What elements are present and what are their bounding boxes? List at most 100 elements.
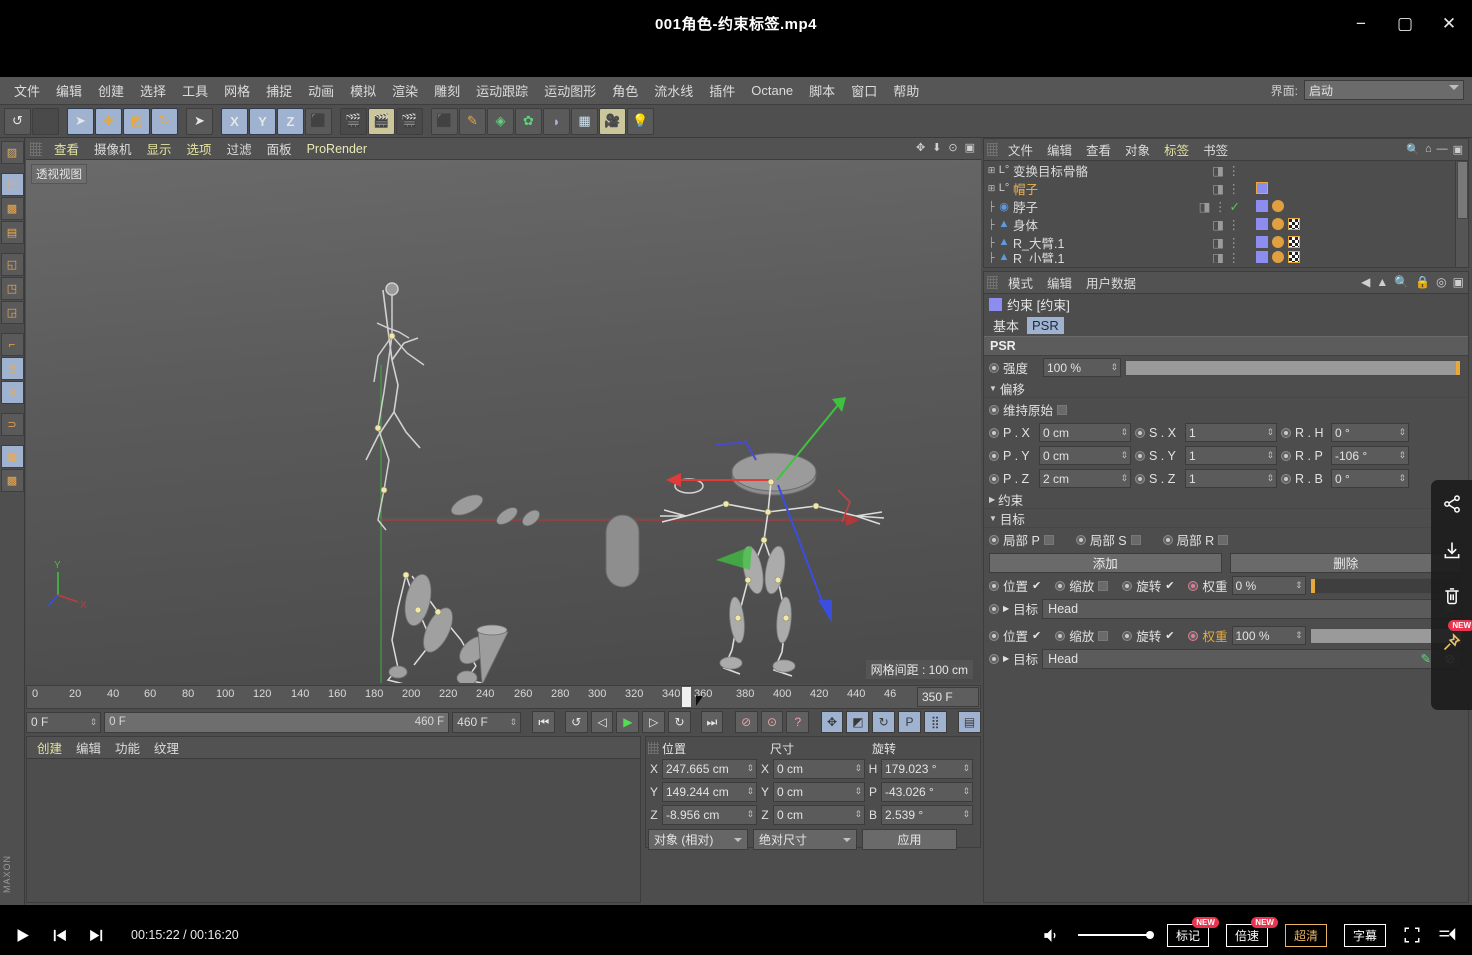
quality-button[interactable]: 超清 — [1285, 924, 1327, 947]
texture-tag-icon-5[interactable] — [1288, 251, 1300, 263]
keep-original-radio-icon[interactable] — [989, 405, 999, 415]
coord-pos-z-input[interactable]: -8.956 cm⇕ — [662, 805, 757, 825]
strength-slider[interactable] — [1125, 360, 1461, 376]
viewport-menu-prorender[interactable]: ProRender — [300, 142, 374, 156]
home-icon[interactable]: ⌂ — [1425, 143, 1432, 156]
menu-item-4[interactable]: 工具 — [174, 81, 216, 100]
target-0-scale-checkbox[interactable] — [1098, 581, 1108, 591]
camera-icon[interactable]: 🎥 — [599, 108, 626, 135]
constraint-tag-icon-2[interactable] — [1256, 200, 1268, 212]
target-0-scale-radio-icon[interactable] — [1055, 581, 1065, 591]
mograph-icon[interactable]: ✿ — [515, 108, 542, 135]
keep-original-checkbox[interactable] — [1057, 405, 1067, 415]
target-1-scale-radio-icon[interactable] — [1055, 631, 1065, 641]
local-r-radio-icon[interactable] — [1163, 535, 1173, 545]
target-0-target-field[interactable]: Head ✎ — [1042, 599, 1462, 619]
py-input[interactable]: 0 cm⇕ — [1039, 446, 1131, 465]
group-target[interactable]: ▼ 目标 — [984, 509, 1468, 528]
target-1-target-radio-icon[interactable] — [989, 654, 999, 664]
workplane-rotate-icon[interactable]: ▩ — [1, 469, 24, 492]
om-menu-bookmarks[interactable]: 书签 — [1196, 140, 1235, 159]
am-menu-mode[interactable]: 模式 — [1001, 273, 1040, 292]
play-button[interactable]: ▶ — [616, 711, 639, 733]
px-input[interactable]: 0 cm⇕ — [1039, 423, 1131, 442]
target-1-weight-input[interactable]: 100 %⇕ — [1232, 626, 1306, 645]
target-0-position-check-icon[interactable]: ✔ — [1032, 579, 1041, 592]
magnet-icon[interactable]: ⊃ — [1, 413, 24, 436]
viewport-canvas[interactable]: 透视视图 — [26, 160, 981, 683]
minus-icon[interactable]: — — [1437, 143, 1448, 156]
target-1-rotation-radio-icon[interactable] — [1122, 631, 1132, 641]
download-icon[interactable] — [1442, 540, 1462, 560]
frame-range-slider[interactable]: 0 F 460 F — [104, 712, 449, 733]
object-visibility-3[interactable]: ◨ ⋮ — [1212, 217, 1244, 232]
rp-input[interactable]: -106 °⇕ — [1331, 446, 1409, 465]
minimize-button[interactable]: − — [1352, 15, 1370, 32]
viewport-menu-view[interactable]: 查看 — [47, 139, 86, 158]
move-tool-icon[interactable]: ✥ — [95, 108, 122, 135]
material-menu-function[interactable]: 功能 — [108, 738, 147, 757]
menu-item-5[interactable]: 网格 — [216, 81, 258, 100]
step-forward-button[interactable]: ▷ — [642, 711, 665, 733]
material-menu-create[interactable]: 创建 — [30, 738, 69, 757]
viewport-menu-panel[interactable]: 面板 — [260, 139, 299, 158]
menu-item-8[interactable]: 模拟 — [342, 81, 384, 100]
scale-tool-icon[interactable]: ◩ — [123, 108, 150, 135]
object-tree[interactable]: ⊞ L° 变换目标骨骼 ◨ ⋮ ⊞ L° 帽子 ◨ ⋮ ├ — [984, 161, 1454, 267]
texture-tag-icon-3[interactable] — [1288, 218, 1300, 230]
menu-item-1[interactable]: 编辑 — [48, 81, 90, 100]
key-parameter-button[interactable]: P — [898, 711, 921, 733]
weight-tag-icon-3[interactable] — [1272, 218, 1284, 230]
am-menu-edit[interactable]: 编辑 — [1040, 273, 1079, 292]
coord-rot-p-input[interactable]: -43.026 °⇕ — [881, 782, 973, 802]
drag-handle-icon-3[interactable] — [987, 143, 998, 156]
weight-tag-icon-2[interactable] — [1272, 200, 1284, 212]
group-constraint[interactable]: ▶ 约束 — [984, 490, 1468, 509]
menu-item-18[interactable]: 窗口 — [843, 81, 885, 100]
rh-radio-icon[interactable] — [1281, 428, 1291, 438]
py-radio-icon[interactable] — [989, 451, 999, 461]
current-frame-field[interactable]: 0 F ⇕ — [26, 712, 101, 733]
tab-basic[interactable]: 基本 — [988, 315, 1024, 336]
weight-tag-icon-5[interactable] — [1272, 251, 1284, 263]
viewport-menu-camera[interactable]: 摄像机 — [87, 139, 139, 158]
local-p-checkbox[interactable] — [1044, 535, 1054, 545]
target-icon[interactable]: ◎ — [1436, 275, 1446, 289]
pan-icon[interactable]: ✥ — [916, 141, 925, 154]
menu-item-14[interactable]: 流水线 — [646, 81, 701, 100]
coord-size-x-input[interactable]: 0 cm⇕ — [773, 759, 865, 779]
lock-icon[interactable]: 🔒 — [1415, 275, 1430, 289]
target-0-position-radio-icon[interactable] — [989, 581, 999, 591]
drag-handle-icon-4[interactable] — [987, 276, 998, 289]
menu-item-10[interactable]: 雕刻 — [426, 81, 468, 100]
volume-slider[interactable] — [1078, 934, 1150, 936]
record-help-button[interactable]: ? — [786, 711, 809, 733]
object-visibility-0[interactable]: ◨ ⋮ — [1212, 163, 1244, 178]
material-menu-edit[interactable]: 编辑 — [69, 738, 108, 757]
object-row-5[interactable]: ├ ▲ R_小臂.1 ◨ ⋮ — [984, 251, 1454, 263]
light-icon[interactable]: 💡 — [627, 108, 654, 135]
axis-y-icon[interactable]: Y — [249, 108, 276, 135]
constraint-tag-icon-5[interactable] — [1256, 251, 1268, 263]
workplane-lock-icon[interactable]: ▩ — [1, 445, 24, 468]
cube-primitive-icon[interactable]: ⬛ — [431, 108, 458, 135]
rotate-view-icon[interactable]: ⊙ — [948, 141, 957, 154]
edge-mode-icon[interactable]: ◳ — [1, 277, 24, 300]
target-0-weight-radio-icon[interactable] — [1188, 581, 1198, 591]
coord-rot-h-input[interactable]: 179.023 °⇕ — [881, 759, 973, 779]
target-1-weight-radio-icon[interactable] — [1188, 631, 1198, 641]
viewport-menu-display[interactable]: 显示 — [140, 139, 179, 158]
delete-icon[interactable] — [1442, 586, 1462, 606]
om-menu-view[interactable]: 查看 — [1079, 140, 1118, 159]
interface-select[interactable]: 启动 — [1304, 80, 1464, 100]
fullscreen-icon[interactable] — [1403, 926, 1421, 944]
sz-input[interactable]: 1⇕ — [1185, 469, 1277, 488]
delete-target-button[interactable]: 删除 — [1230, 553, 1463, 573]
selection-arrow-icon[interactable]: ➤ — [186, 108, 213, 135]
point-mode-icon[interactable]: ◱ — [1, 253, 24, 276]
axis-x-icon[interactable]: X — [221, 108, 248, 135]
rotate-tool-icon[interactable]: ↻ — [151, 108, 178, 135]
menu-item-13[interactable]: 角色 — [604, 81, 646, 100]
object-row-4[interactable]: ├ ▲ R_大臂.1 ◨ ⋮ — [984, 233, 1454, 251]
strength-input[interactable]: 100 %⇕ — [1043, 358, 1121, 377]
